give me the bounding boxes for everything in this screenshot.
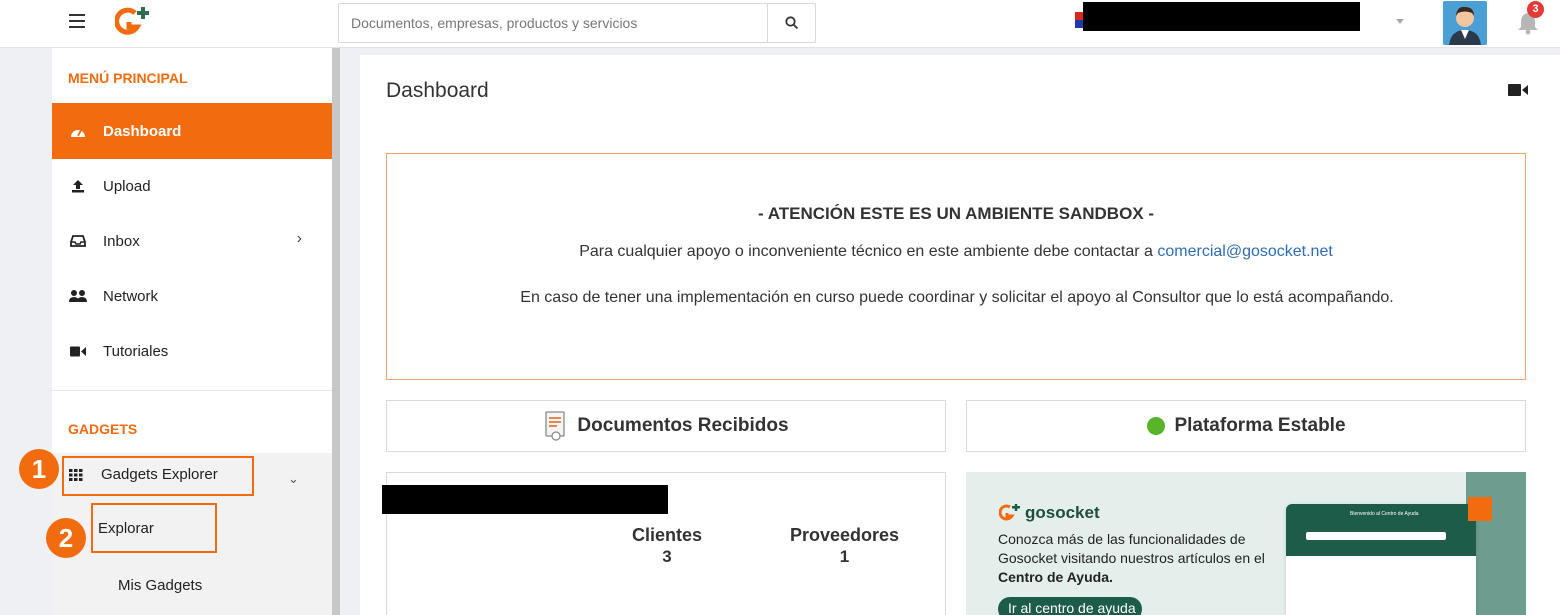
step-marker-1: 1 (19, 449, 59, 489)
sidebar-subitem-mis-gadgets[interactable]: Mis Gadgets (118, 577, 202, 594)
redacted-company-name (1083, 2, 1360, 31)
search-icon (784, 16, 798, 30)
search-box (338, 3, 816, 43)
promo-orange-square (1468, 497, 1492, 521)
promo-brand-name: gosocket (1025, 503, 1100, 522)
gosocket-logo[interactable] (114, 7, 151, 42)
providers-stat[interactable]: Proveedores 1 (777, 525, 912, 567)
contact-email-link[interactable]: comercial@gosocket.net (1157, 243, 1332, 260)
chevron-down-icon[interactable]: ⌄ (288, 471, 299, 487)
sandbox-contact-text: Para cualquier apoyo o inconveniente téc… (387, 243, 1525, 261)
help-center-preview-image: Bienvenido al Centro de Ayuda (1286, 504, 1476, 615)
gadgets-title: GADGETS (68, 421, 138, 437)
video-icon[interactable] (1508, 83, 1528, 102)
providers-label: Proveedores (789, 525, 900, 545)
providers-value: 1 (839, 547, 850, 566)
sidebar-item-label: Upload (103, 177, 151, 195)
sandbox-implementation-text: En caso de tener una implementación en c… (520, 289, 1394, 306)
dashboard-icon (69, 123, 87, 139)
promo-text-bold: Centro de Ayuda. (998, 569, 1113, 585)
notification-badge: 3 (1527, 1, 1544, 18)
chevron-right-icon: › (296, 230, 302, 247)
highlight-box-explorar (91, 503, 217, 553)
plataforma-estable-header: Plataforma Estable (966, 400, 1526, 452)
sandbox-contact-label: Para cualquier apoyo o inconveniente téc… (579, 243, 1158, 260)
sidebar-item-dashboard[interactable]: Dashboard (52, 103, 332, 159)
step-marker-2: 2 (46, 518, 86, 558)
documentos-recibidos-title: Documentos Recibidos (577, 415, 789, 436)
gosocket-logo-icon (999, 504, 1020, 521)
search-input[interactable] (339, 4, 769, 42)
sidebar-scrollbar[interactable] (332, 48, 340, 615)
sandbox-title: - ATENCIÓN ESTE ES UN AMBIENTE SANDBOX - (757, 204, 1155, 223)
documentos-recibidos-header: Documentos Recibidos (386, 400, 946, 452)
sidebar-item-label: Network (103, 287, 159, 305)
flag-icon (1075, 12, 1083, 28)
document-icon (543, 411, 569, 441)
preview-title: Bienvenido al Centro de Ayuda (1350, 511, 1419, 517)
video-icon (69, 343, 87, 359)
sidebar-divider (52, 390, 332, 391)
sandbox-notice: - ATENCIÓN ESTE ES UN AMBIENTE SANDBOX -… (386, 153, 1526, 380)
page-title: Dashboard (386, 79, 489, 102)
sidebar-item-upload[interactable]: Upload (52, 158, 332, 214)
sidebar-item-inbox[interactable]: Inbox › (52, 213, 332, 269)
promo-text-body: Conozca más de las funcionalidades de Go… (998, 531, 1265, 566)
top-bar: 3 (0, 0, 1560, 48)
caret-down-icon[interactable] (1396, 19, 1404, 24)
sidebar-item-label: Dashboard (103, 122, 182, 140)
help-center-promo[interactable]: gosocket Conozca más de las funcionalida… (966, 472, 1526, 615)
sidebar-item-label: Tutoriales (103, 342, 169, 360)
help-center-button[interactable]: Ir al centro de ayuda (998, 597, 1142, 615)
inbox-icon (69, 233, 87, 249)
sidebar-item-network[interactable]: Network (52, 268, 332, 324)
avatar[interactable] (1443, 1, 1487, 45)
sidebar-item-tutoriales[interactable]: Tutoriales (52, 323, 332, 379)
sidebar-item-label: Inbox (103, 232, 140, 250)
main-menu-title: MENÚ PRINCIPAL (68, 70, 188, 86)
status-dot-icon (1146, 416, 1166, 436)
clients-value: 3 (662, 547, 672, 566)
clients-stat[interactable]: Clientes 3 (617, 525, 717, 567)
hamburger-menu-icon[interactable] (69, 14, 85, 28)
promo-text: Conozca más de las funcionalidades de Go… (998, 530, 1288, 587)
plataforma-estable-title: Plataforma Estable (1174, 415, 1346, 436)
network-icon (69, 288, 87, 304)
highlight-box-gadgets-explorer (62, 456, 254, 496)
promo-brand: gosocket (999, 503, 1100, 523)
search-button[interactable] (767, 4, 815, 42)
clients-label: Clientes (631, 525, 703, 545)
preview-search-bar (1306, 532, 1446, 540)
upload-icon (69, 178, 87, 194)
company-selector[interactable] (1060, 0, 1400, 48)
redacted-company-label (382, 485, 668, 514)
